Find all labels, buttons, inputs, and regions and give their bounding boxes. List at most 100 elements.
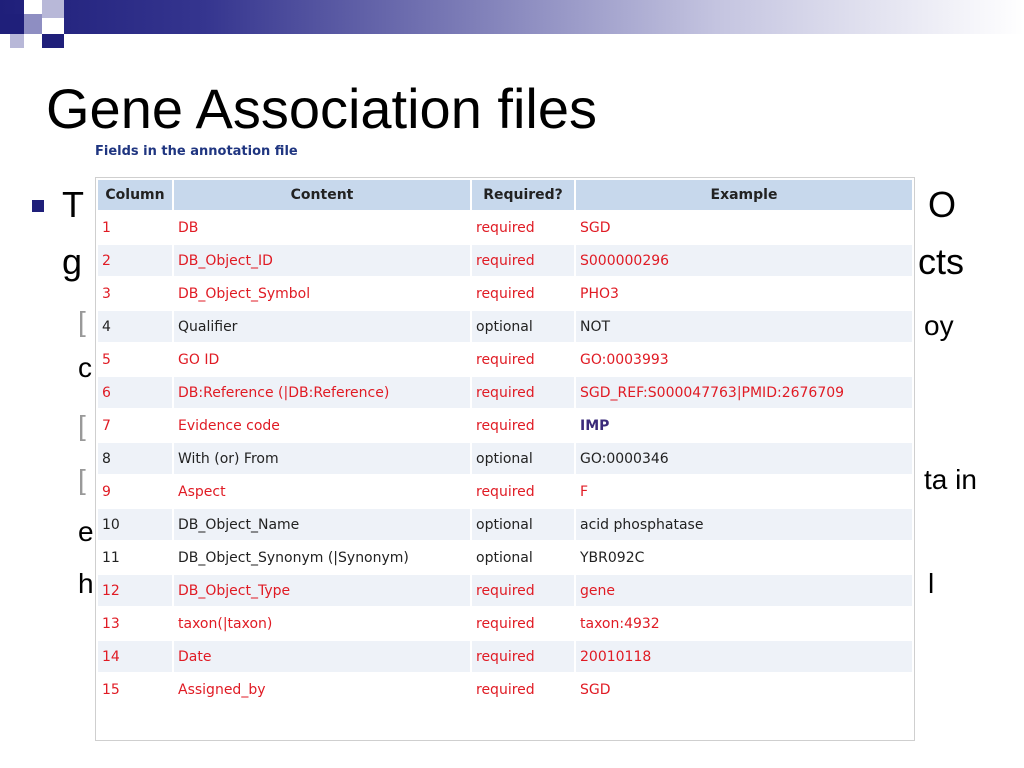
- bullet-square-icon: [32, 200, 44, 212]
- cell-required: optional: [472, 311, 574, 342]
- cell-example: GO:0003993: [576, 344, 912, 375]
- decor-square: [42, 18, 64, 34]
- text-fragment: T: [62, 184, 84, 225]
- cell-column: 9: [98, 476, 172, 507]
- cell-required: optional: [472, 509, 574, 540]
- cell-content: GO ID: [174, 344, 470, 375]
- cell-required: required: [472, 575, 574, 606]
- cell-content: Qualifier: [174, 311, 470, 342]
- cell-content: DB_Object_Symbol: [174, 278, 470, 309]
- table-row: 7 Evidence code required IMP: [98, 410, 912, 441]
- decor-square: [42, 0, 64, 18]
- cell-example: acid phosphatase: [576, 509, 912, 540]
- table-row: 12 DB_Object_Type required gene: [98, 575, 912, 606]
- cell-column: 7: [98, 410, 172, 441]
- text-fragment: h: [78, 568, 94, 599]
- text-fragment: [: [78, 410, 86, 441]
- decor-square: [0, 14, 24, 34]
- cell-required: required: [472, 377, 574, 408]
- cell-content: Date: [174, 641, 470, 672]
- table-caption: Fields in the annotation file: [95, 144, 298, 159]
- header-column: Column: [98, 180, 172, 210]
- text-fragment: [: [78, 464, 86, 495]
- annotation-table-panel: Column Content Required? Example 1 DB requ…: [95, 177, 915, 741]
- cell-content: DB_Object_Name: [174, 509, 470, 540]
- table-row: 13 taxon(|taxon) required taxon:4932: [98, 608, 912, 639]
- cell-required: required: [472, 410, 574, 441]
- text-fragment: e: [78, 516, 94, 547]
- table-row: 2 DB_Object_ID required S000000296: [98, 245, 912, 276]
- cell-content: DB: [174, 212, 470, 243]
- cell-required: required: [472, 212, 574, 243]
- table-row: 10 DB_Object_Name optional acid phosphatase: [98, 509, 912, 540]
- cell-column: 11: [98, 542, 172, 573]
- table-row: 5 GO ID required GO:0003993: [98, 344, 912, 375]
- cell-content: With (or) From: [174, 443, 470, 474]
- cell-example: 20010118: [576, 641, 912, 672]
- table-row: 1 DB required SGD: [98, 212, 912, 243]
- cell-content: DB:Reference (|DB:Reference): [174, 377, 470, 408]
- decor-square: [24, 0, 42, 14]
- table-row: 4 Qualifier optional NOT: [98, 311, 912, 342]
- slide-title: Gene Association files: [46, 77, 597, 140]
- table-row: 9 Aspect required F: [98, 476, 912, 507]
- header-example: Example: [576, 180, 912, 210]
- cell-example: IMP: [576, 410, 912, 441]
- cell-column: 15: [98, 674, 172, 705]
- cell-column: 14: [98, 641, 172, 672]
- table-row: 15 Assigned_by required SGD: [98, 674, 912, 705]
- cell-content: DB_Object_Synonym (|Synonym): [174, 542, 470, 573]
- cell-required: optional: [472, 443, 574, 474]
- cell-column: 12: [98, 575, 172, 606]
- cell-example: taxon:4932: [576, 608, 912, 639]
- annotation-fields-table: Column Content Required? Example 1 DB requ…: [96, 178, 914, 707]
- cell-example: F: [576, 476, 912, 507]
- cell-column: 4: [98, 311, 172, 342]
- table-row: 3 DB_Object_Symbol required PHO3: [98, 278, 912, 309]
- text-fragment: ta in: [924, 464, 977, 495]
- cell-column: 3: [98, 278, 172, 309]
- cell-content: DB_Object_Type: [174, 575, 470, 606]
- decor-square: [10, 34, 24, 48]
- text-fragment: g: [62, 241, 83, 282]
- header-content: Content: [174, 180, 470, 210]
- table-row: 14 Date required 20010118: [98, 641, 912, 672]
- cell-content: taxon(|taxon): [174, 608, 470, 639]
- cell-example: SGD: [576, 212, 912, 243]
- cell-example: GO:0000346: [576, 443, 912, 474]
- cell-column: 2: [98, 245, 172, 276]
- cell-column: 8: [98, 443, 172, 474]
- cell-content: DB_Object_ID: [174, 245, 470, 276]
- text-fragment: [: [78, 306, 86, 337]
- cell-column: 5: [98, 344, 172, 375]
- cell-example: PHO3: [576, 278, 912, 309]
- cell-example: S000000296: [576, 245, 912, 276]
- cell-content: Evidence code: [174, 410, 470, 441]
- cell-required: optional: [472, 542, 574, 573]
- table-row: 8 With (or) From optional GO:0000346: [98, 443, 912, 474]
- cell-content: Assigned_by: [174, 674, 470, 705]
- cell-required: required: [472, 278, 574, 309]
- table-body: 1 DB required SGD 2 DB_Object_ID required S0000…: [98, 212, 912, 705]
- cell-example: SGD: [576, 674, 912, 705]
- text-fragment: l: [928, 568, 935, 599]
- title-band: [0, 0, 1024, 34]
- cell-content: Aspect: [174, 476, 470, 507]
- cell-required: required: [472, 608, 574, 639]
- cell-required: required: [472, 344, 574, 375]
- table-row: 6 DB:Reference (|DB:Reference) required SGD…: [98, 377, 912, 408]
- text-fragment: O: [928, 184, 957, 225]
- cell-required: required: [472, 245, 574, 276]
- cell-column: 1: [98, 212, 172, 243]
- cell-required: required: [472, 641, 574, 672]
- table-row: 11 DB_Object_Synonym (|Synonym) optional YB…: [98, 542, 912, 573]
- cell-required: required: [472, 674, 574, 705]
- text-fragment: oy: [924, 310, 954, 341]
- cell-column: 6: [98, 377, 172, 408]
- cell-column: 13: [98, 608, 172, 639]
- cell-required: required: [472, 476, 574, 507]
- cell-example: YBR092C: [576, 542, 912, 573]
- decor-square: [24, 14, 42, 34]
- cell-example: NOT: [576, 311, 912, 342]
- cell-example: SGD_REF:S000047763|PMID:2676709: [576, 377, 912, 408]
